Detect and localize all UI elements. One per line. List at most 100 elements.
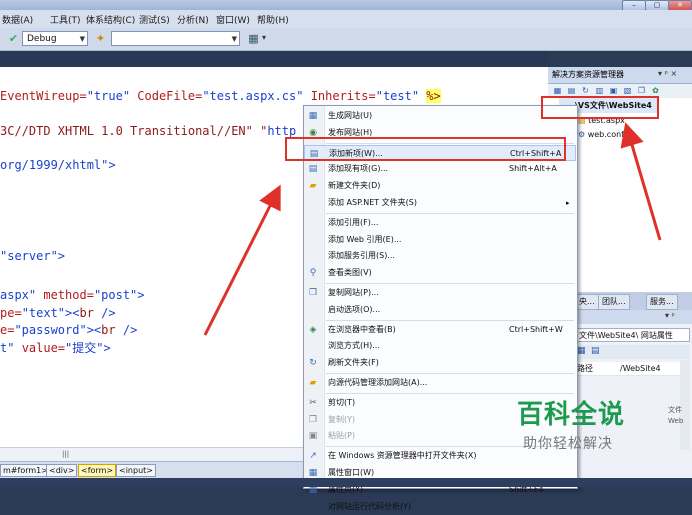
menu-item[interactable]: ❐ 复制网站(P)... — [304, 285, 576, 301]
menu-separator — [326, 319, 574, 321]
solution-tree-item-web-config[interactable]: ⚙ web.config — [578, 130, 631, 139]
breadcrumb-form1[interactable]: m#form1> — [0, 464, 51, 477]
menu-item-shortcut: Ctrl+Shift+W — [509, 324, 563, 334]
code-token: > — [108, 158, 116, 172]
code-token: > — [57, 249, 66, 263]
properties-object-select[interactable]: 文件\WebSite4\ 网站属性 — [575, 328, 690, 342]
code-token: method= — [43, 288, 94, 302]
menu-window[interactable]: 窗口(W) — [216, 13, 250, 26]
menu-item[interactable]: ↻ 刷新文件夹(F) — [304, 355, 576, 371]
tab-solution-explorer[interactable]: 央... — [575, 294, 599, 310]
menu-item[interactable]: ▤ 添加现有项(G)... Shift+Alt+A — [304, 161, 576, 177]
menu-item[interactable]: 添加 Web 引用(E)... — [304, 232, 576, 248]
watermark-title: 百科全说 — [517, 400, 626, 430]
menu-help[interactable]: 帮助(H) — [257, 13, 289, 26]
code-token: /> — [101, 306, 116, 320]
code-line[interactable]: "server"> — [0, 249, 65, 263]
breadcrumb-form[interactable]: <form> — [78, 464, 117, 477]
menu-item-label: 添加 ASP.NET 文件夹(S) — [328, 198, 418, 207]
highlight-website-node — [541, 96, 659, 119]
menu-item[interactable]: ▰ 向源代码管理添加网站(A)... — [304, 375, 576, 391]
menu-item-label: 添加 Web 引用(E)... — [328, 234, 402, 244]
properties-icon[interactable]: ▦ — [552, 85, 563, 96]
menu-item[interactable]: 添加 ASP.NET 文件夹(S) ▸ — [304, 195, 576, 211]
window-titlebar — [0, 0, 692, 10]
code-token: org/1999/xhtml" — [0, 158, 109, 172]
menu-item-label: 生成网站(U) — [328, 111, 373, 120]
find-icon[interactable]: ✦ — [93, 31, 108, 46]
code-line[interactable]: e="password"><br /> — [0, 323, 137, 337]
show-all-files-icon[interactable]: ▤ — [566, 85, 577, 96]
code-token: t" — [0, 341, 22, 355]
panel-pin-controls[interactable]: ▾ ᵖ × — [658, 69, 677, 78]
menu-item[interactable]: ◈ 在浏览器中查看(B) Ctrl+Shift+W — [304, 322, 576, 338]
tab-server-explorer[interactable]: 服务... — [646, 294, 678, 310]
menu-item[interactable]: ⚲ 查看类图(V) — [304, 265, 576, 281]
toolbar-overflow-icon[interactable]: ▾ — [262, 33, 266, 42]
menu-tools[interactable]: 工具(T) — [50, 13, 81, 26]
property-row[interactable]: 路径 /WebSite4 — [575, 362, 690, 376]
properties-toolbar: ▦ ▤ — [575, 345, 690, 359]
code-token: Inherits= — [310, 89, 376, 103]
menu-item-icon: ▰ — [309, 378, 317, 388]
chevron-down-icon: ▼ — [79, 35, 85, 43]
solution-tree-item-label: web.config — [587, 130, 632, 139]
code-token: CodeFile= — [137, 89, 203, 103]
view-designer-icon[interactable]: ▧ — [622, 85, 633, 96]
aspnet-config-icon[interactable]: ✿ — [650, 85, 661, 96]
property-name: 路径 — [577, 364, 593, 373]
menu-item-icon: ▰ — [309, 181, 317, 192]
code-line[interactable]: aspx" method="post"> — [0, 288, 145, 302]
scroll-grip-icon[interactable]: ||| — [62, 450, 69, 458]
code-token: value= — [21, 341, 66, 355]
view-code-icon[interactable]: ▣ — [608, 85, 619, 96]
highlight-add-new-item — [285, 137, 566, 161]
code-line[interactable]: t" value="提交"> — [0, 341, 111, 355]
refresh-icon[interactable]: ↻ — [580, 85, 591, 96]
menu-item-icon: ❐ — [308, 414, 318, 425]
document-tab-strip — [0, 51, 548, 67]
config-select[interactable]: Debug ▼ — [22, 31, 88, 46]
menu-item-label: 复制网站(P)... — [328, 288, 379, 297]
code-token: "password" — [14, 323, 87, 337]
alphabetical-icon[interactable]: ▤ — [591, 346, 600, 356]
menu-item[interactable]: 浏览方式(H)... — [304, 338, 576, 354]
menu-item-icon: ↗ — [309, 451, 317, 462]
menu-data[interactable]: 数据(A) — [2, 13, 33, 26]
search-combo[interactable]: ▼ — [111, 31, 240, 46]
menu-item-label: 在浏览器中查看(B) — [328, 324, 396, 334]
property-description-line: Web — [668, 417, 684, 425]
breadcrumb-input[interactable]: <input> — [116, 464, 156, 477]
menu-item-shortcut: Shift+Alt+A — [509, 164, 557, 174]
config-file-icon: ⚙ — [578, 130, 586, 139]
menu-item[interactable]: ▦ 生成网站(U) — [304, 108, 576, 124]
copy-website-icon[interactable]: ❐ — [636, 85, 647, 96]
code-line[interactable]: pe="text"><br /> — [0, 306, 116, 320]
menu-separator — [326, 283, 574, 284]
categorized-icon[interactable]: ▦ — [577, 346, 586, 356]
code-token: e= — [0, 323, 15, 337]
properties-pin-controls[interactable]: ▾ ᵖ — [665, 311, 675, 320]
toolbox-icon[interactable]: ▦ — [246, 31, 261, 46]
breadcrumb-div[interactable]: <div> — [46, 464, 78, 477]
menu-architecture[interactable]: 体系结构(C) — [86, 13, 135, 26]
menu-item-icon: ⚲ — [309, 268, 317, 279]
menu-item[interactable]: 启动选项(O)... — [304, 302, 576, 318]
code-line[interactable]: org/1999/xhtml"> — [0, 158, 116, 172]
menu-item[interactable]: 添加引用(F)... — [304, 215, 576, 231]
menu-item[interactable]: ▰ 新建文件夹(D) — [304, 178, 576, 194]
code-line[interactable]: 3C//DTD XHTML 1.0 Transitional//EN" "htt… — [0, 124, 296, 138]
menu-item-icon: ◈ — [309, 324, 317, 335]
menu-separator — [326, 212, 574, 214]
nest-icon[interactable]: ▥ — [594, 85, 605, 96]
code-token: "提交" — [65, 341, 104, 355]
solution-config-icon[interactable]: ✔ — [6, 31, 21, 46]
menu-item[interactable]: 添加服务引用(S)... — [304, 248, 576, 264]
code-line[interactable]: EventWireup="true" CodeFile="test.aspx.c… — [0, 89, 441, 103]
menu-item[interactable]: 对网站运行代码分析(Y) — [304, 499, 576, 515]
menu-item-label: 查看类图(V) — [328, 268, 372, 278]
menu-item-icon: ▦ — [308, 111, 318, 121]
tab-team-explorer[interactable]: 团队... — [598, 294, 630, 310]
menu-test[interactable]: 测试(S) — [139, 13, 170, 26]
menu-analyze[interactable]: 分析(N) — [177, 13, 209, 26]
